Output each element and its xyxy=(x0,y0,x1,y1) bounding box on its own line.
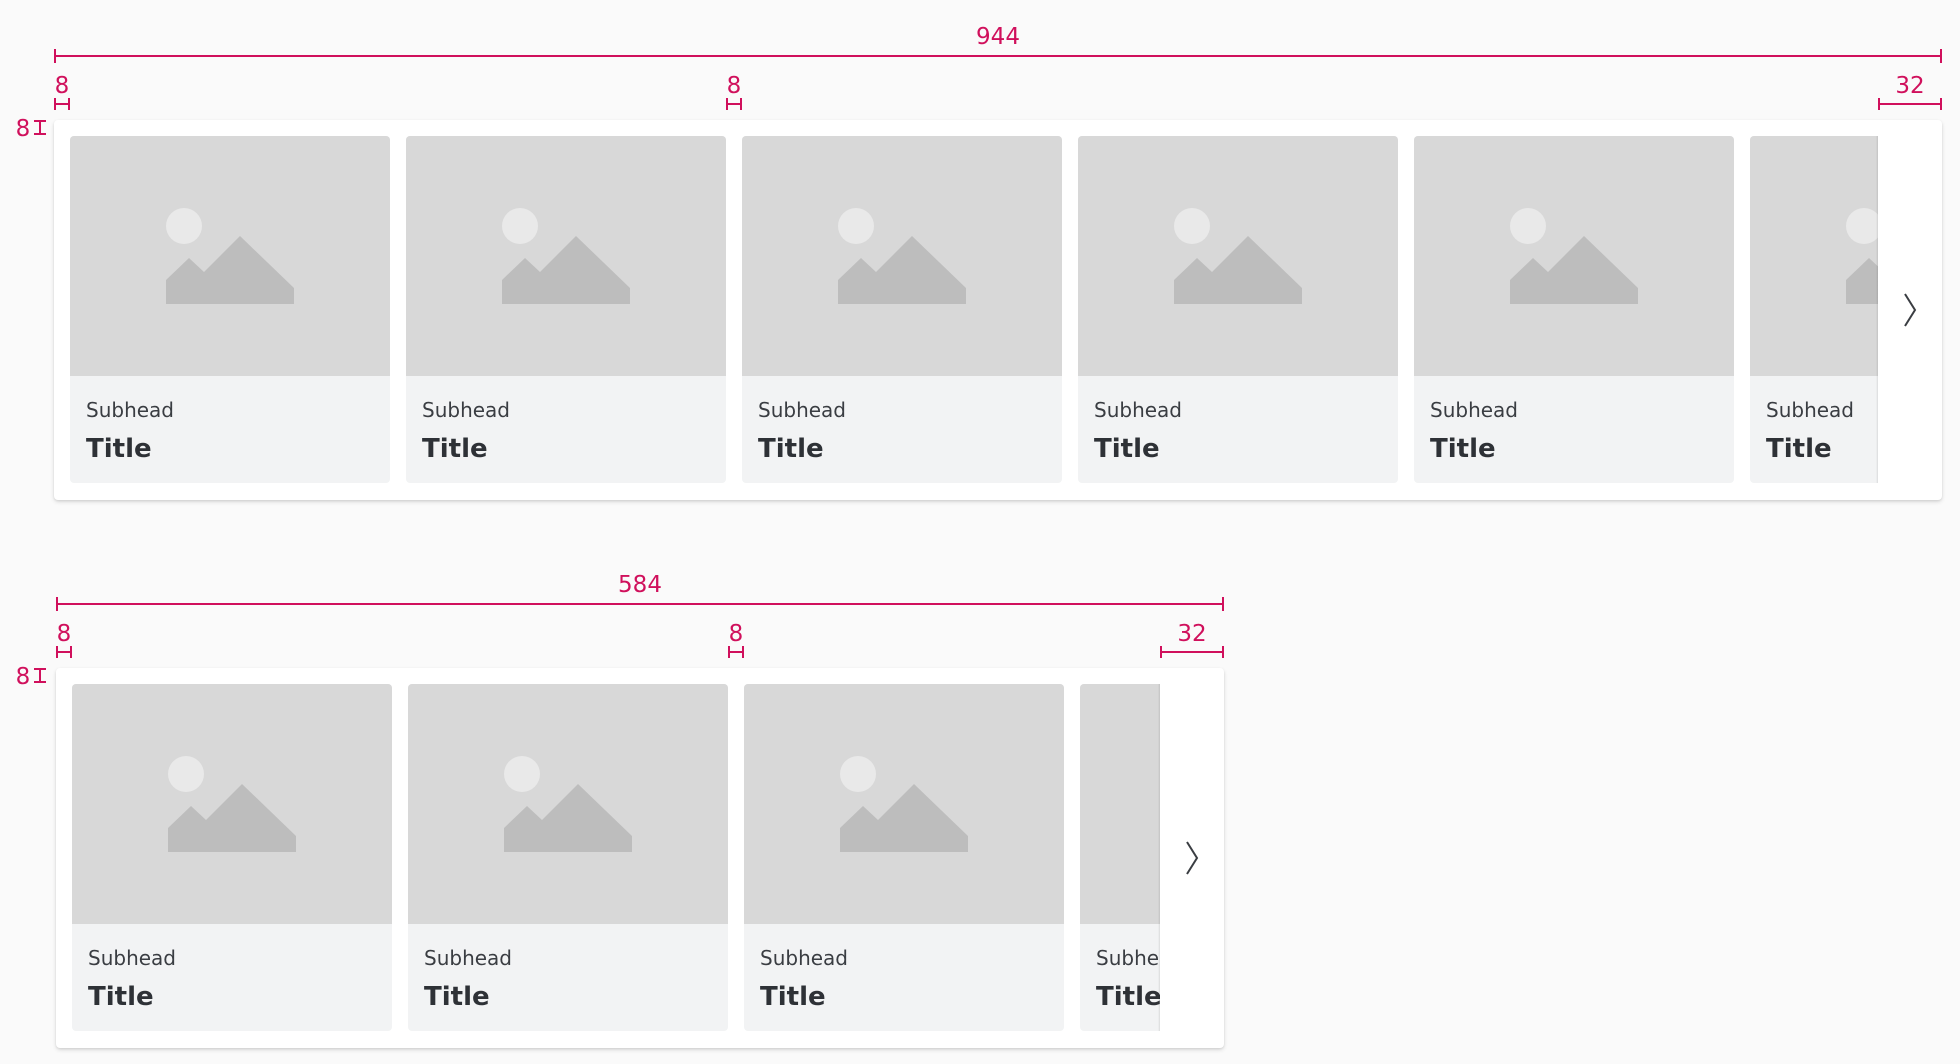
card-media xyxy=(1750,136,1878,376)
card[interactable]: Subhead Title xyxy=(72,684,392,1031)
card-title: Title xyxy=(758,434,824,464)
card-media xyxy=(744,684,1064,924)
card-subhead: Subhead xyxy=(1430,398,1518,422)
chevron-right-icon xyxy=(1904,293,1917,327)
card[interactable]: Subhead Title xyxy=(70,136,390,483)
card-media xyxy=(1078,136,1398,376)
card-title: Title xyxy=(1096,982,1160,1012)
chevron-right-icon xyxy=(1186,841,1199,875)
narrow-end-padding-label: 32 xyxy=(1177,621,1206,647)
narrow-gap-label: 8 xyxy=(729,621,744,647)
card-media xyxy=(72,684,392,924)
next-button[interactable] xyxy=(1160,668,1224,1048)
card-title: Title xyxy=(760,982,826,1012)
wide-start-padding-label: 8 xyxy=(55,73,70,99)
card-subhead: Subhead xyxy=(1096,946,1160,970)
card-subhead: Subhead xyxy=(422,398,510,422)
wide-top-padding-label: 8 xyxy=(16,116,31,142)
card[interactable]: Subhead Title xyxy=(1414,136,1734,483)
image-placeholder-icon xyxy=(166,208,294,304)
card-media xyxy=(408,684,728,924)
card-subhead: Subhead xyxy=(760,946,848,970)
wide-gap-label: 8 xyxy=(727,73,742,99)
card-subhead: Subhead xyxy=(424,946,512,970)
card[interactable]: Subhead Title xyxy=(1078,136,1398,483)
card-media xyxy=(70,136,390,376)
image-placeholder-icon xyxy=(504,756,632,852)
wide-total-width-label: 944 xyxy=(976,24,1020,50)
card[interactable]: Subhead Title xyxy=(742,136,1062,483)
card-subhead: Subhead xyxy=(88,946,176,970)
image-placeholder-icon xyxy=(838,208,966,304)
wide-end-padding-label: 32 xyxy=(1895,73,1924,99)
card[interactable]: Subhead Title xyxy=(1750,136,1878,483)
card-title: Title xyxy=(1094,434,1160,464)
carousel-track[interactable]: Subhead Title Subhead Title Subhead Titl… xyxy=(70,136,1878,483)
carousel-wide[interactable]: Subhead Title Subhead Title Subhead Titl… xyxy=(54,120,1942,500)
next-button[interactable] xyxy=(1878,120,1942,500)
card[interactable]: Subhead Title xyxy=(408,684,728,1031)
image-placeholder-icon xyxy=(502,208,630,304)
card-title: Title xyxy=(422,434,488,464)
card-title: Title xyxy=(86,434,152,464)
narrow-total-width-label: 584 xyxy=(618,572,662,598)
card-subhead: Subhead xyxy=(1094,398,1182,422)
card-title: Title xyxy=(424,982,490,1012)
card[interactable]: Subhead Title xyxy=(406,136,726,483)
card-subhead: Subhead xyxy=(86,398,174,422)
narrow-start-padding-label: 8 xyxy=(57,621,72,647)
carousel-track[interactable]: Subhead Title Subhead Title Subhead Titl… xyxy=(72,684,1160,1031)
card[interactable]: Subhead Title xyxy=(744,684,1064,1031)
card-title: Title xyxy=(88,982,154,1012)
card[interactable]: Subhead Title xyxy=(1080,684,1160,1031)
image-placeholder-icon xyxy=(1510,208,1638,304)
narrow-top-padding-label: 8 xyxy=(16,664,31,690)
card-title: Title xyxy=(1430,434,1496,464)
card-subhead: Subhead xyxy=(758,398,846,422)
image-placeholder-icon xyxy=(840,756,968,852)
card-subhead: Subhead xyxy=(1766,398,1854,422)
image-placeholder-icon xyxy=(1174,208,1302,304)
image-placeholder-icon xyxy=(168,756,296,852)
card-media xyxy=(406,136,726,376)
image-placeholder-icon xyxy=(1846,208,1878,304)
card-media xyxy=(742,136,1062,376)
card-media xyxy=(1414,136,1734,376)
carousel-narrow[interactable]: Subhead Title Subhead Title Subhead Titl… xyxy=(56,668,1224,1048)
card-title: Title xyxy=(1766,434,1832,464)
card-media xyxy=(1080,684,1160,924)
